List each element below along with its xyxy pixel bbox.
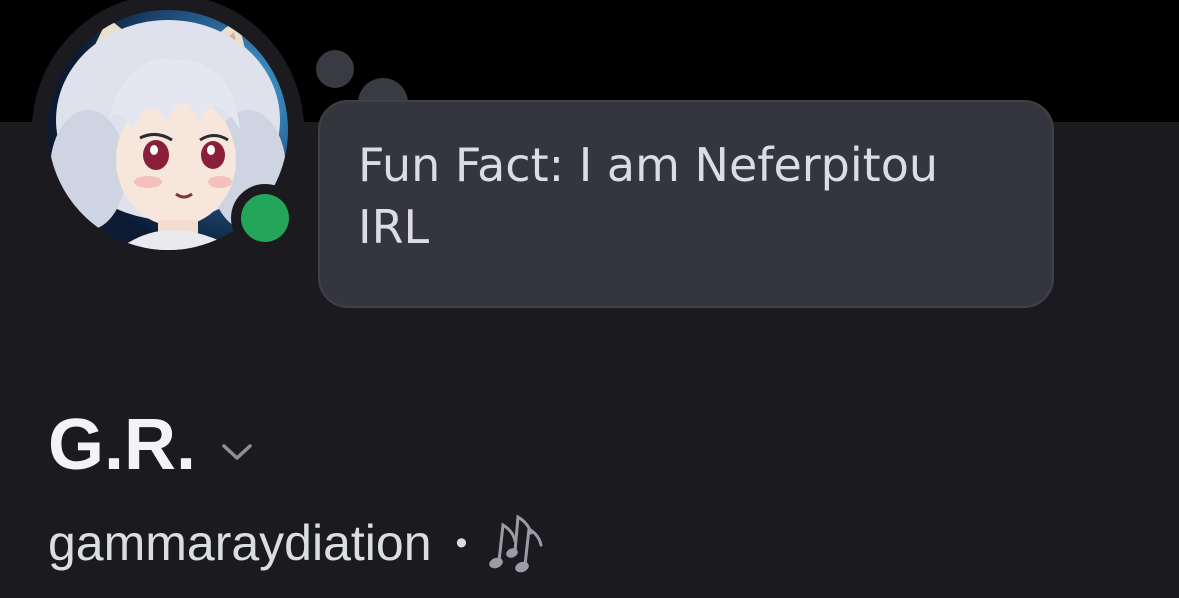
custom-status-bubble[interactable]: Fun Fact: I am Neferpitou IRL bbox=[318, 100, 1054, 308]
username: gammaraydiation bbox=[48, 515, 432, 571]
username-row: gammaraydiation • bbox=[48, 508, 551, 578]
chevron-down-icon[interactable] bbox=[220, 442, 254, 462]
display-name: G.R. bbox=[48, 405, 197, 485]
display-name-row[interactable]: G.R. bbox=[48, 400, 254, 490]
online-status-icon bbox=[241, 194, 289, 242]
status-bubble-tail-small bbox=[316, 50, 354, 88]
separator-dot: • bbox=[455, 523, 468, 562]
custom-status-text: Fun Fact: I am Neferpitou IRL bbox=[358, 138, 938, 254]
music-notes-icon bbox=[489, 514, 543, 573]
